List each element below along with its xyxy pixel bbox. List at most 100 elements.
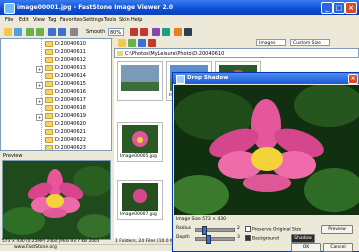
- crop-icon[interactable]: [152, 28, 160, 36]
- folder-icon: [45, 48, 53, 55]
- folder-icon: [45, 80, 53, 87]
- menu-help[interactable]: Help: [131, 17, 142, 23]
- slideshow-icon[interactable]: [184, 28, 192, 36]
- forward-icon[interactable]: [36, 28, 44, 36]
- refresh-icon[interactable]: [128, 39, 136, 47]
- folder-icon: [45, 104, 53, 111]
- preview-button[interactable]: Preview: [321, 225, 353, 234]
- tree-item[interactable]: D:20040613: [45, 64, 86, 72]
- radius-slider[interactable]: [195, 226, 235, 235]
- tree-item[interactable]: D:20040614: [45, 72, 86, 80]
- maximize-button[interactable]: □: [333, 2, 345, 14]
- folder-icon: [45, 88, 53, 95]
- folder-icon: [45, 112, 53, 119]
- tree-item[interactable]: D:20040622: [45, 136, 86, 144]
- folder-icon: [45, 136, 53, 143]
- minimize-button[interactable]: _: [321, 2, 333, 14]
- drop-shadow-dialog: Drop Shadow × Image Size 573 × 430 Radiu…: [172, 72, 359, 252]
- title-bar[interactable]: image00001.jpg - FastStone Image Viewer …: [0, 0, 359, 15]
- preview-pane: [2, 160, 111, 240]
- menu-file[interactable]: File: [5, 17, 13, 23]
- tree-item[interactable]: D:20040612: [45, 56, 86, 64]
- dialog-flower-image: [174, 85, 359, 215]
- tree-item[interactable]: D:20040617: [45, 96, 86, 104]
- depth-value: 3: [237, 235, 240, 240]
- expand-icon[interactable]: +: [36, 82, 43, 89]
- address-bar[interactable]: C:\Photos\MyLeisure\Photo\D:20040610: [114, 48, 359, 58]
- tree-item[interactable]: D:20040615: [45, 80, 86, 88]
- menu-view[interactable]: View: [33, 17, 45, 23]
- tree-item[interactable]: D:20040621: [45, 128, 86, 136]
- fit-icon[interactable]: [70, 28, 78, 36]
- tree-item[interactable]: D:20040610: [45, 40, 86, 48]
- rotate-left-icon[interactable]: [130, 28, 138, 36]
- resize-icon[interactable]: [162, 28, 170, 36]
- zoom-in-icon[interactable]: [48, 28, 56, 36]
- cancel-button[interactable]: Cancel: [323, 243, 353, 252]
- folder-icon: [45, 120, 53, 127]
- app-icon: [4, 3, 15, 14]
- depth-label: Depth: [176, 235, 190, 240]
- back-icon[interactable]: [26, 28, 34, 36]
- tree-item[interactable]: D:20040618: [45, 104, 86, 112]
- tree-item[interactable]: D:20040616: [45, 88, 86, 96]
- save-icon[interactable]: [14, 28, 22, 36]
- rotate-right-icon[interactable]: [140, 28, 148, 36]
- depth-slider-knob[interactable]: [206, 235, 211, 244]
- folder-icon: [45, 40, 53, 47]
- browser-toolbar: Images Custom Size: [114, 38, 359, 48]
- menu-skin[interactable]: Skin: [119, 17, 130, 23]
- expand-icon[interactable]: +: [36, 114, 43, 121]
- zoom-dropdown[interactable]: 80%: [108, 28, 124, 36]
- preserve-size-checkbox[interactable]: Preserve Original Size: [245, 226, 301, 233]
- thumbnail-item[interactable]: Image00005.jpg: [117, 122, 163, 162]
- thumbnail-caption: Image00007.jpg: [120, 212, 157, 217]
- website-link[interactable]: www.FastStone.org: [14, 245, 57, 251]
- radius-label: Radius: [176, 226, 192, 231]
- background-color-picker[interactable]: Background: [245, 235, 279, 242]
- app-window: image00001.jpg - FastStone Image Viewer …: [0, 0, 359, 252]
- close-button[interactable]: ×: [345, 2, 357, 14]
- thumbnail-item[interactable]: Image00007.jpg: [117, 180, 163, 220]
- menu-tools[interactable]: Tools: [104, 17, 116, 23]
- size-dropdown[interactable]: Custom Size: [290, 39, 330, 46]
- window-title: image00001.jpg - FastStone Image Viewer …: [17, 4, 174, 11]
- folder-icon: [45, 128, 53, 135]
- depth-slider[interactable]: [195, 235, 235, 244]
- color-swatch-icon[interactable]: [245, 235, 251, 241]
- preview-flower-image: [3, 161, 110, 239]
- menu-favorites[interactable]: Favorites: [60, 17, 83, 23]
- dialog-icon: [176, 75, 185, 84]
- expand-icon[interactable]: +: [36, 98, 43, 105]
- view-dropdown[interactable]: Images: [256, 39, 286, 46]
- dialog-close-button[interactable]: ×: [348, 74, 358, 84]
- delete-icon[interactable]: [148, 39, 156, 47]
- address-text: C:\Photos\MyLeisure\Photo\D:20040610: [125, 51, 225, 57]
- image-size-label: Image Size 573 × 430: [176, 217, 227, 222]
- radius-slider-knob[interactable]: [202, 226, 207, 235]
- tree-item[interactable]: D:20040623: [45, 144, 86, 150]
- smooth-label: Smooth: [86, 29, 106, 35]
- checkbox-icon[interactable]: [245, 226, 251, 232]
- ok-button[interactable]: OK: [291, 243, 321, 252]
- dialog-preview: [174, 85, 359, 215]
- tree-item[interactable]: D:20040620: [45, 120, 86, 128]
- expand-icon[interactable]: +: [36, 66, 43, 73]
- menu-edit[interactable]: Edit: [19, 17, 29, 23]
- menu-tag[interactable]: Tag: [48, 17, 56, 23]
- zoom-out-icon[interactable]: [58, 28, 66, 36]
- thumbnail-item[interactable]: [117, 61, 163, 101]
- open-icon[interactable]: [4, 28, 12, 36]
- dialog-title-bar[interactable]: Drop Shadow ×: [173, 73, 359, 84]
- adjust-icon[interactable]: [174, 28, 182, 36]
- menu-settings[interactable]: Settings: [83, 17, 104, 23]
- folder-tree[interactable]: D:20040610 D:20040611 D:20040612 + D:200…: [0, 38, 112, 151]
- tree-item[interactable]: D:20040611: [45, 48, 86, 56]
- shadow-color-button[interactable]: Shadow: [291, 234, 315, 243]
- copy-icon[interactable]: [138, 39, 146, 47]
- folder-icon: [45, 72, 53, 79]
- folder-up-icon[interactable]: [118, 39, 126, 47]
- thumbnail-image: [121, 65, 159, 91]
- tree-item[interactable]: D:20040619: [45, 112, 86, 120]
- folder-icon: [45, 56, 53, 63]
